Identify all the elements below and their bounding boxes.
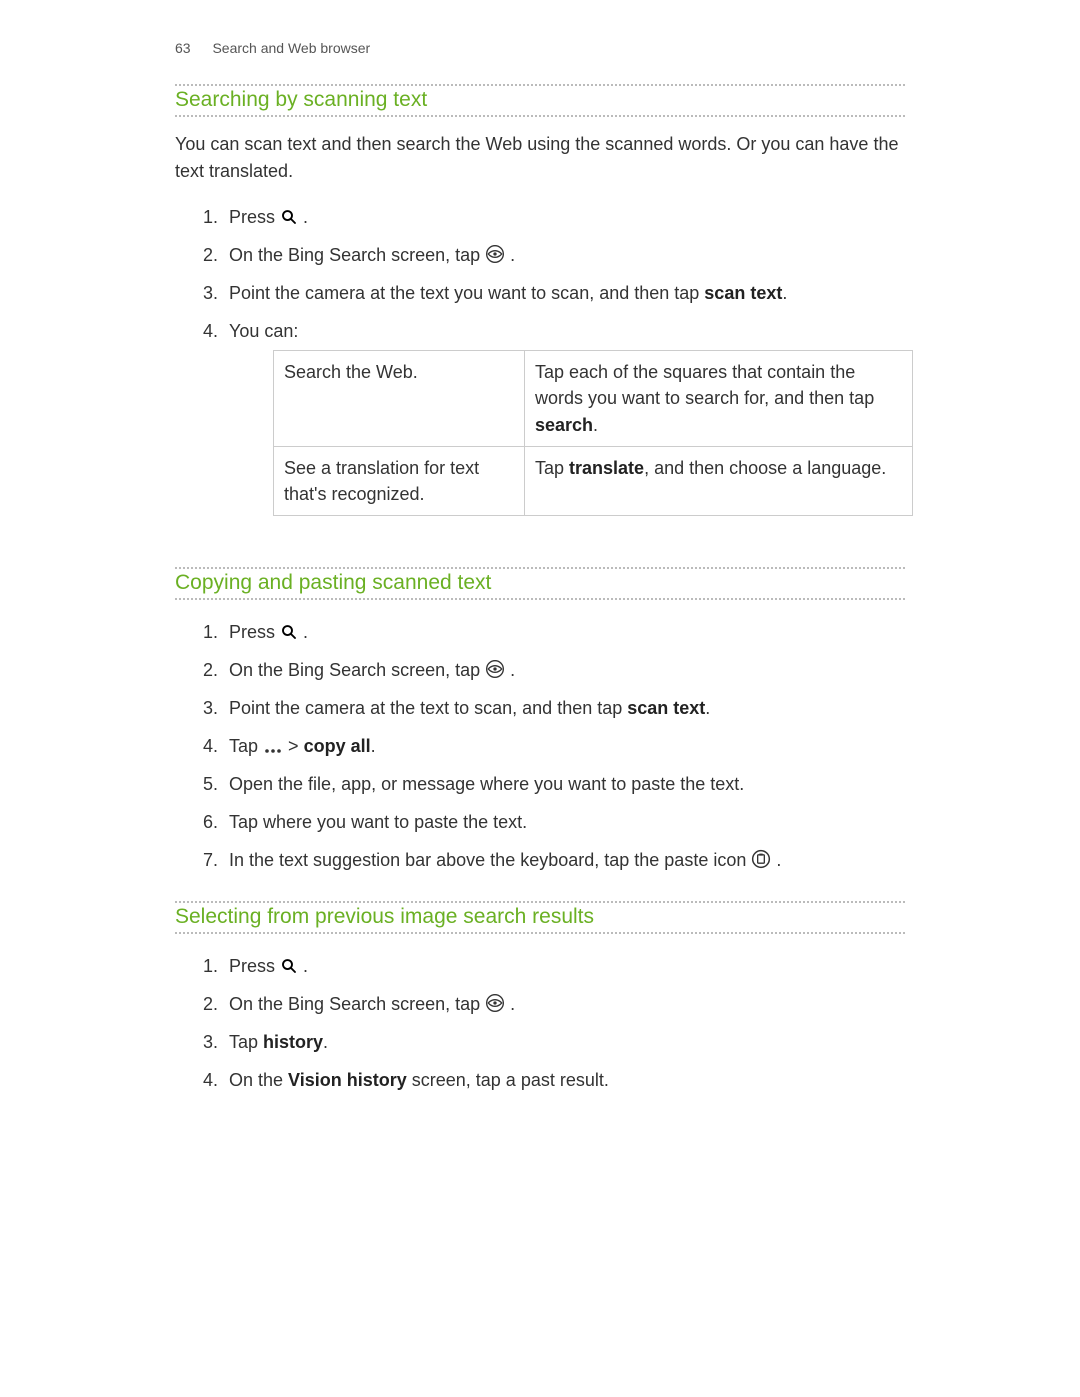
list-item: On the Bing Search screen, tap .	[223, 237, 905, 275]
page-header: 63 Search and Web browser	[175, 40, 905, 56]
list-item: You can: Search the Web. Tap each of the…	[223, 313, 905, 547]
search-icon	[280, 208, 298, 226]
table-row: See a translation for text that's recogn…	[274, 446, 913, 515]
section1-steps: Press . On the Bing Search screen, tap .…	[175, 199, 905, 547]
paste-icon	[751, 849, 771, 869]
search-icon	[280, 623, 298, 641]
list-item: Press .	[223, 614, 905, 652]
eye-icon	[485, 659, 505, 679]
table-cell: Tap each of the squares that contain the…	[525, 351, 913, 446]
list-item: Tap where you want to paste the text.	[223, 804, 905, 842]
list-item: On the Vision history screen, tap a past…	[223, 1062, 905, 1100]
table-row: Search the Web. Tap each of the squares …	[274, 351, 913, 446]
more-icon	[263, 747, 283, 755]
page-number: 63	[175, 40, 191, 56]
section-title-scanning: Searching by scanning text	[175, 84, 905, 117]
list-item: On the Bing Search screen, tap .	[223, 652, 905, 690]
section2-steps: Press . On the Bing Search screen, tap .…	[175, 614, 905, 881]
eye-icon	[485, 244, 505, 264]
table-cell: See a translation for text that's recogn…	[274, 446, 525, 515]
list-item: Point the camera at the text to scan, an…	[223, 690, 905, 728]
table-cell: Search the Web.	[274, 351, 525, 446]
section-title-copying: Copying and pasting scanned text	[175, 567, 905, 600]
list-item: Tap > copy all.	[223, 728, 905, 766]
list-item: Open the file, app, or message where you…	[223, 766, 905, 804]
table-cell: Tap translate, and then choose a languag…	[525, 446, 913, 515]
list-item: Press .	[223, 199, 905, 237]
list-item: In the text suggestion bar above the key…	[223, 842, 905, 880]
scan-options-table: Search the Web. Tap each of the squares …	[273, 350, 913, 515]
list-item: On the Bing Search screen, tap .	[223, 986, 905, 1024]
section3-steps: Press . On the Bing Search screen, tap .…	[175, 948, 905, 1100]
search-icon	[280, 957, 298, 975]
list-item: Point the camera at the text you want to…	[223, 275, 905, 313]
list-item: Tap history.	[223, 1024, 905, 1062]
chapter-title: Search and Web browser	[212, 40, 370, 56]
list-item: Press .	[223, 948, 905, 986]
section1-intro: You can scan text and then search the We…	[175, 131, 905, 185]
eye-icon	[485, 993, 505, 1013]
section-title-previous: Selecting from previous image search res…	[175, 901, 905, 934]
